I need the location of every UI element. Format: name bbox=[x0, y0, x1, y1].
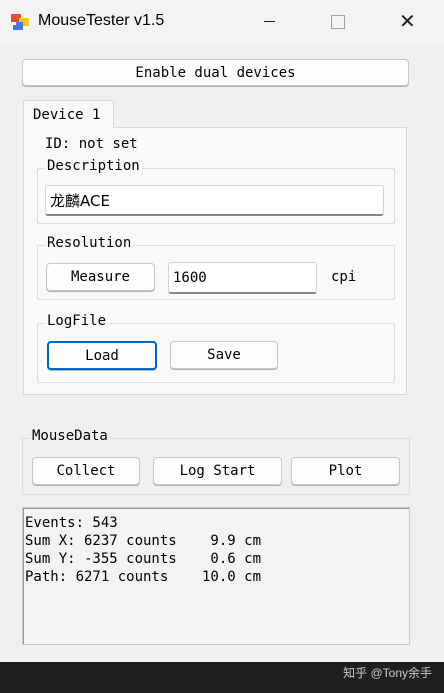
minimize-icon[interactable] bbox=[248, 0, 292, 44]
logfile-group-label: LogFile bbox=[45, 313, 109, 329]
mousedata-group-label: MouseData bbox=[30, 428, 110, 444]
maximize-icon[interactable] bbox=[316, 0, 360, 44]
output-events: Events: 543 bbox=[25, 515, 118, 531]
app-icon bbox=[10, 12, 30, 32]
output-sum-x: Sum X: 6237 counts 9.9 cm bbox=[25, 533, 262, 549]
tab-device-1[interactable]: Device 1 bbox=[23, 100, 114, 129]
save-button[interactable]: Save bbox=[170, 341, 278, 369]
resolution-unit: cpi bbox=[331, 269, 357, 285]
collect-button[interactable]: Collect bbox=[32, 457, 140, 485]
measure-button[interactable]: Measure bbox=[46, 263, 155, 291]
device-id-text: ID: not set bbox=[45, 136, 138, 152]
resolution-group-label: Resolution bbox=[45, 235, 134, 251]
output-sum-y: Sum Y: -355 counts 0.6 cm bbox=[25, 551, 262, 567]
close-glyph: ✕ bbox=[399, 9, 416, 33]
resolution-input[interactable]: 1600 bbox=[168, 262, 317, 294]
close-icon[interactable]: ✕ bbox=[386, 0, 430, 44]
plot-button[interactable]: Plot bbox=[291, 457, 400, 485]
enable-dual-devices-button[interactable]: Enable dual devices bbox=[22, 59, 409, 86]
title-bar[interactable]: MouseTester v1.5 ✕ bbox=[0, 0, 444, 44]
window-title: MouseTester v1.5 bbox=[38, 12, 165, 29]
description-group-label: Description bbox=[45, 158, 142, 174]
load-button[interactable]: Load bbox=[47, 341, 157, 370]
watermark: 知乎 @Tony余手 bbox=[343, 666, 432, 680]
output-path: Path: 6271 counts 10.0 cm bbox=[25, 569, 262, 585]
output-textbox[interactable]: Events: 543 Sum X: 6237 counts 9.9 cm Su… bbox=[22, 507, 410, 645]
description-input[interactable]: 龙麟ACE bbox=[45, 185, 384, 216]
log-start-button[interactable]: Log Start bbox=[153, 457, 282, 485]
tab-label: Device 1 bbox=[33, 107, 101, 123]
app-window: MouseTester v1.5 ✕ Enable dual devices D… bbox=[0, 0, 444, 662]
